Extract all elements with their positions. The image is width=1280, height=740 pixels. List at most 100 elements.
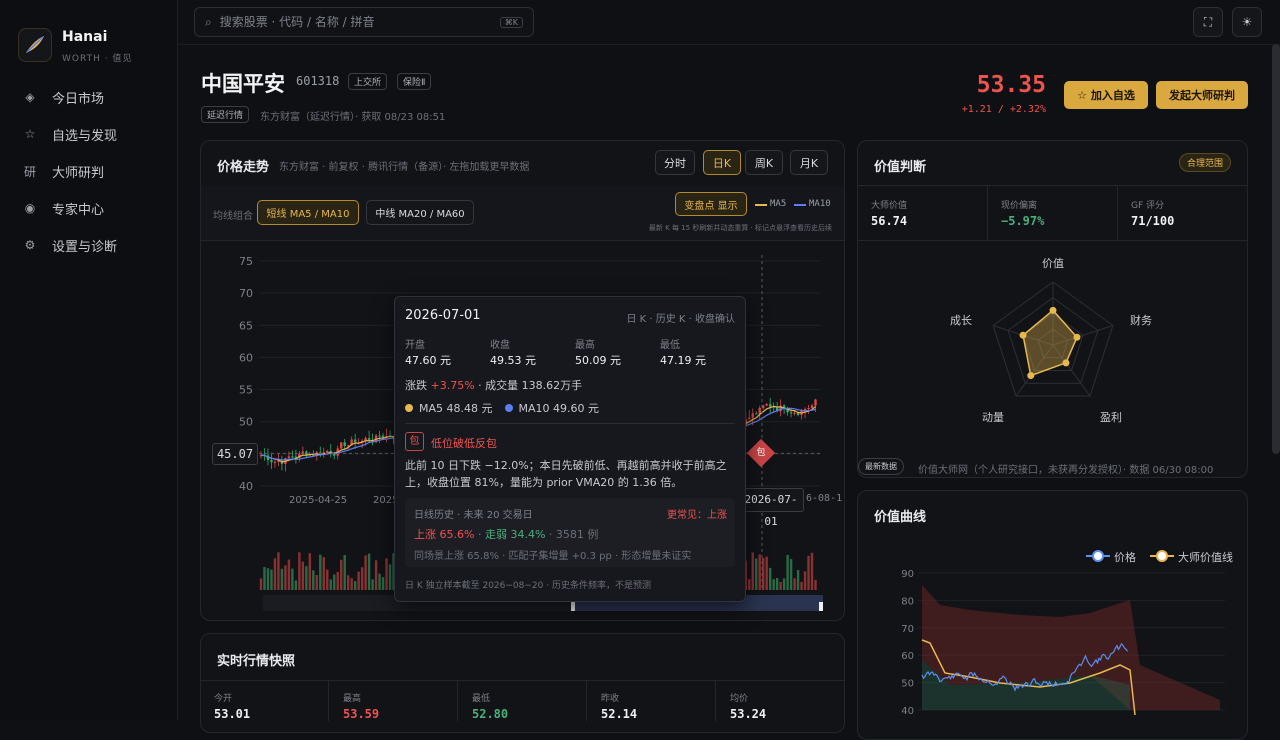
volume-bar (374, 560, 378, 590)
sidebar: Hanai WORTH · 值见 ◈ 今日市场 ☆ 自选与发现研 大师研判 ◉ 专家中心 ⚙ 设… (0, 0, 178, 720)
tab-0[interactable]: 分时 (655, 150, 695, 175)
radar-point (1049, 306, 1057, 314)
valuation-stat-value: 56.74 (871, 214, 908, 228)
app-logo[interactable] (18, 28, 52, 62)
candle-body (273, 461, 277, 463)
pattern-name: 低位破低反包 (431, 437, 497, 450)
fullscreen-button[interactable]: ⛶ (1193, 7, 1223, 37)
history-box: 日线历史 · 未来 20 交易日 更常见：上涨 上涨 65.6% · 走弱 34… (405, 498, 735, 567)
volume-bar (371, 579, 374, 590)
tooltip-meta: 日 K · 历史 K · 收盘确认 (626, 314, 735, 325)
snapshot-title: 实时行情快照 (217, 654, 296, 669)
candle-body (340, 442, 343, 449)
sidebar-item-label: 设置与诊断 (52, 239, 118, 255)
volume-bar (793, 578, 796, 590)
vc-y-tick: 40 (901, 706, 914, 717)
star-icon: ☆ (24, 127, 36, 141)
ohlc-label: 收盘 (490, 340, 510, 351)
sidebar-item-0[interactable]: ◈ 今日市场 (22, 85, 104, 109)
volume-bar (305, 566, 308, 590)
valuation-stat-value: −5.97% (1001, 214, 1045, 228)
ma-long-button[interactable]: 中线 MA20 / MA60 (366, 200, 474, 225)
sample-count: · 3581 例 (548, 528, 599, 541)
vc-legend-label: 大师价值线 (1178, 551, 1233, 564)
change-label: 涨跌 (405, 379, 427, 392)
y-tick-label: 55 (239, 384, 253, 397)
price-chart-title: 价格走势 (217, 160, 270, 175)
sidebar-item-2[interactable]: 研 大师研判 (22, 159, 104, 183)
volume-bar (308, 553, 312, 590)
volume-bar (346, 575, 350, 590)
ma-short-button[interactable]: 短线 MA5 / MA10 (257, 200, 359, 225)
add-watchlist-button[interactable]: ☆ 加入自选 (1064, 81, 1148, 109)
sidebar-item-label: 自选与发现 (52, 128, 118, 144)
search-input[interactable] (219, 15, 500, 29)
volume-bar (381, 577, 385, 590)
page-scrollbar[interactable] (1272, 44, 1280, 454)
pattern-badge: 包 (405, 432, 424, 451)
candle-body (270, 460, 273, 463)
volume-bar (751, 552, 754, 590)
volume-bar (333, 574, 336, 590)
value-curve-title: 价值曲线 (874, 510, 927, 525)
theme-toggle-button[interactable]: ☀ (1232, 7, 1262, 37)
tab-2[interactable]: 周K (745, 150, 783, 175)
radar-axis-label: 动量 (982, 411, 1004, 424)
volume-bar (765, 556, 768, 590)
volume-bar (340, 559, 343, 590)
vc-y-tick: 80 (901, 596, 914, 607)
volume-bar (796, 570, 800, 590)
radar-axis-label: 盈利 (1100, 411, 1122, 424)
volume-bar (360, 567, 364, 590)
volume-bar (772, 579, 775, 590)
kline-tooltip: 2026-07-01 日 K · 历史 K · 收盘确认 开盘 47.60 元 收盘… (394, 296, 746, 602)
valuation-sep (1117, 186, 1118, 240)
range-handle-right[interactable] (819, 602, 823, 611)
volume-bar (385, 558, 388, 590)
volume-bar (755, 558, 758, 590)
delay-badge: 延迟行情 (201, 106, 250, 123)
volume-bar (287, 559, 291, 590)
snapshot-sep (328, 681, 329, 721)
snapshot-value: 52.80 (472, 707, 509, 721)
ohlc-label: 最低 (660, 340, 680, 351)
sidebar-item-4[interactable]: ⚙ 设置与诊断 (22, 233, 117, 257)
valuation-badge: 合理范围 (1179, 153, 1232, 172)
candle-body (807, 408, 810, 410)
ohlc-label: 最高 (575, 340, 595, 351)
fullscreen-icon: ⛶ (1203, 14, 1213, 29)
radar-area (1022, 309, 1078, 377)
tooltip-divider (405, 423, 735, 424)
legend-label: MA5 (770, 199, 787, 209)
tab-1[interactable]: 日K (703, 150, 741, 175)
change-points-toggle[interactable]: 变盘点 显示 (675, 192, 747, 216)
volume-bar (294, 580, 298, 590)
y-tick-label: 70 (239, 287, 253, 300)
tab-3[interactable]: 月K (790, 150, 828, 175)
candle-body (748, 417, 751, 420)
search-box[interactable]: ⌕ ⌘K (194, 7, 534, 37)
tooltip-change-row: 涨跌 +3.75% · 成交量 138.62万手 (405, 377, 582, 393)
vc-y-tick: 50 (901, 679, 914, 690)
volume-bar (277, 552, 280, 590)
research-icon: 研 (23, 164, 36, 179)
sector-badge: 保险Ⅱ (397, 73, 432, 90)
range-handle-left[interactable] (571, 602, 575, 611)
candle-body (353, 439, 357, 443)
ohlc-label: 开盘 (405, 340, 425, 351)
ma10-dot (504, 404, 513, 412)
radar-point (1027, 372, 1035, 380)
valuation-stat-label: 大师价值 (871, 201, 908, 211)
sidebar-item-1[interactable]: ☆ 自选与发现 (22, 122, 117, 146)
change-value: +3.75% (430, 379, 475, 392)
volume-bar (259, 578, 263, 590)
ohlc-value: 47.19 元 (660, 354, 706, 367)
legend-label: MA10 (809, 199, 831, 209)
start-research-button[interactable]: 发起大师研判 (1156, 81, 1248, 109)
volume-bar (768, 567, 772, 590)
y-tick-label: 65 (239, 319, 253, 332)
sidebar-item-3[interactable]: ◉ 专家中心 (22, 196, 104, 220)
app-subtitle: WORTH · 值见 (62, 54, 133, 64)
candle-body (291, 456, 294, 458)
x-tick-label: 2025-04-25 (289, 495, 347, 506)
